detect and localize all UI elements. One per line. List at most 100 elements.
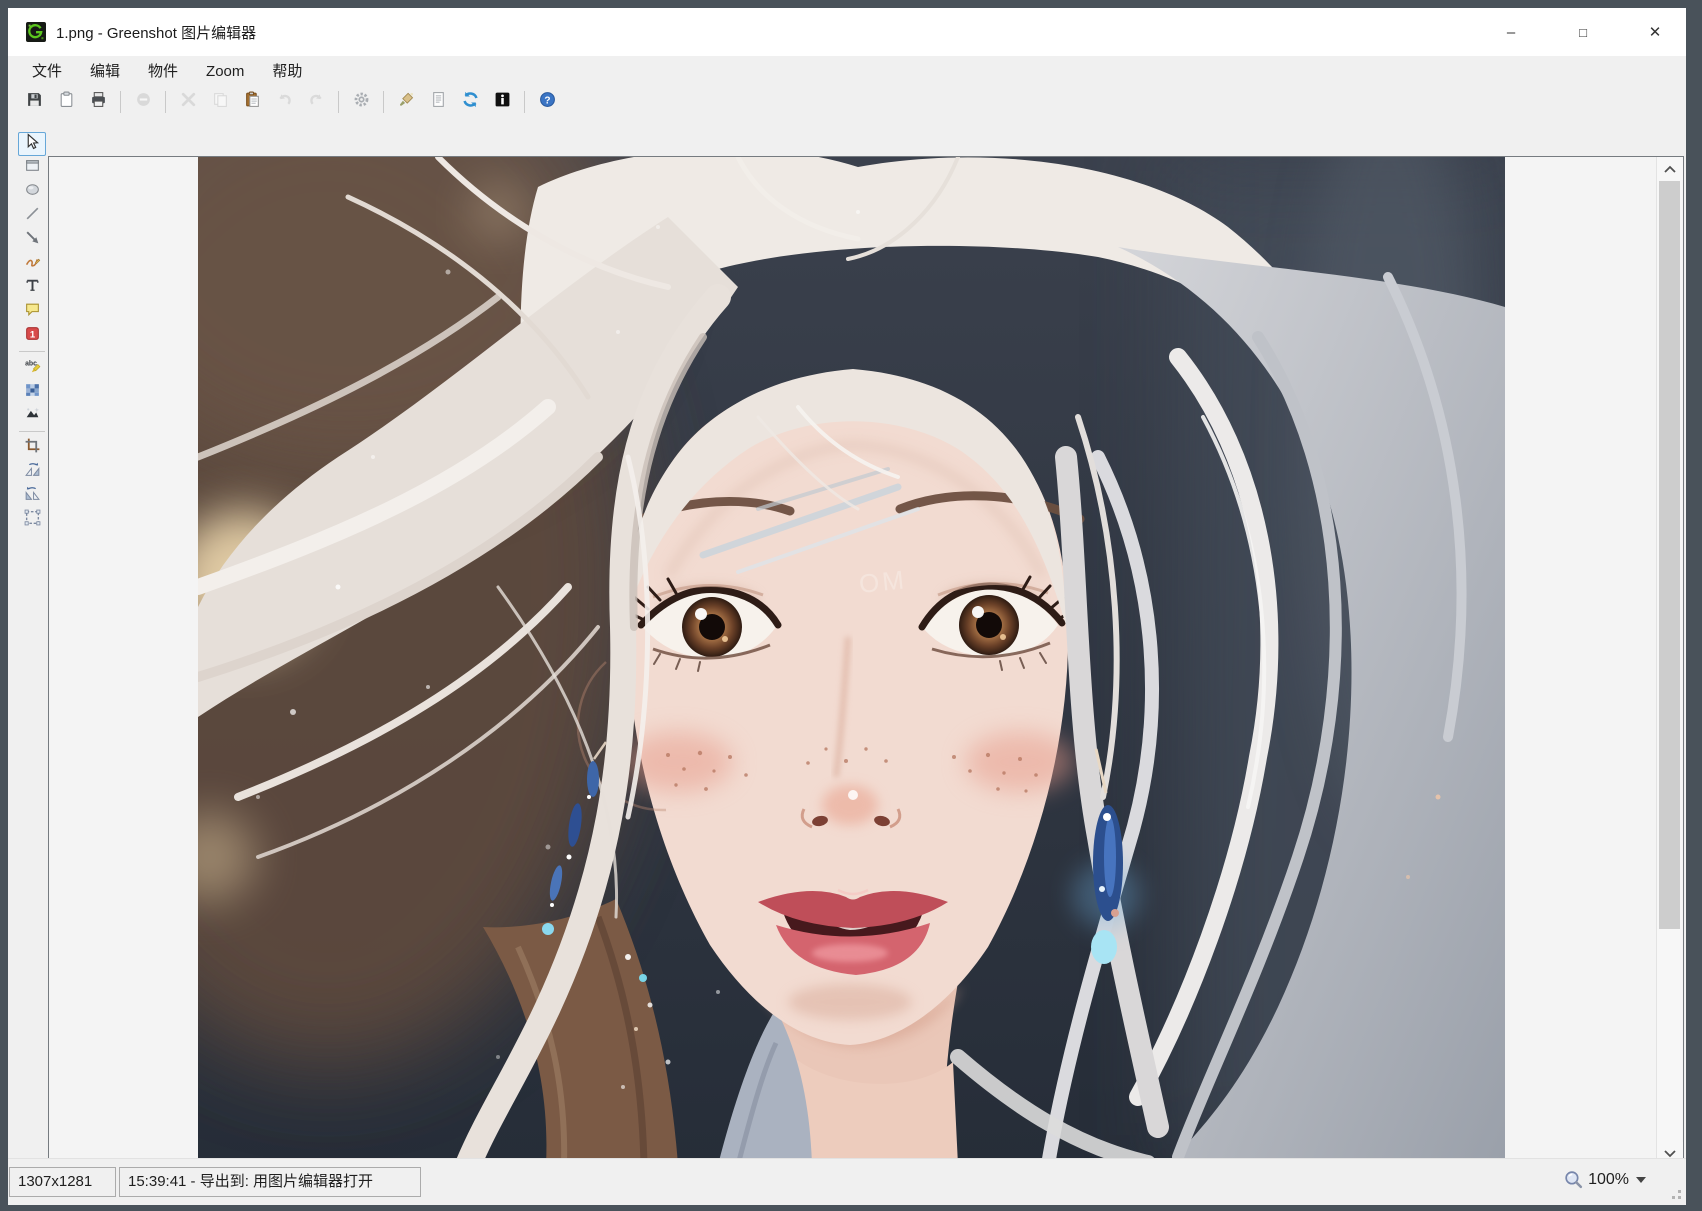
image-dimensions: 1307x1281 — [9, 1167, 116, 1197]
tool-rotate-ccw[interactable] — [18, 484, 46, 508]
notes-button[interactable] — [426, 90, 450, 114]
scrollbar-thumb[interactable] — [1659, 181, 1680, 929]
cut-icon — [180, 91, 197, 113]
menu-edit[interactable]: 编辑 — [76, 56, 134, 87]
menu-help[interactable]: 帮助 — [258, 56, 316, 87]
info-icon — [494, 91, 511, 113]
rotate-ccw-icon — [24, 485, 41, 507]
greenshot-editor-window: 1.png - Greenshot 图片编辑器 – □ ✕ 文件 编辑 物件 Z… — [8, 8, 1686, 1205]
menu-zoom[interactable]: Zoom — [192, 56, 258, 87]
menubar: 文件 编辑 物件 Zoom 帮助 — [8, 56, 1686, 87]
tool-freehand[interactable] — [18, 252, 46, 276]
tool-counter[interactable]: 1 — [18, 324, 46, 348]
tool-line[interactable] — [18, 204, 46, 228]
status-message: 15:39:41 - 导出到: 用图片编辑器打开 — [119, 1167, 421, 1197]
save-button[interactable] — [22, 90, 46, 114]
arrow-icon — [24, 229, 41, 251]
print-button[interactable] — [86, 90, 110, 114]
brush-icon — [398, 91, 415, 113]
resize-icon — [24, 509, 41, 531]
info-button[interactable] — [490, 90, 514, 114]
help-icon: ? — [539, 91, 556, 113]
tool-arrow[interactable] — [18, 228, 46, 252]
counter-icon: 1 — [24, 325, 41, 347]
zoom-control[interactable]: 100% — [1563, 1169, 1646, 1190]
canvas-panel: OM — [48, 156, 1684, 1166]
refresh-button[interactable] — [458, 90, 482, 114]
svg-text:abc: abc — [25, 361, 37, 368]
palette-separator — [19, 431, 45, 432]
window-title: 1.png - Greenshot 图片编辑器 — [56, 22, 256, 43]
gear-icon — [353, 91, 370, 113]
vertical-scrollbar[interactable] — [1656, 157, 1682, 1165]
save-icon — [26, 91, 43, 113]
toolbar-separator — [120, 91, 121, 113]
magnifier-icon — [1563, 1169, 1584, 1190]
ellipse-icon — [24, 181, 41, 203]
clipboard-icon — [58, 91, 75, 113]
tool-resize[interactable] — [18, 508, 46, 532]
tool-speech-bubble[interactable] — [18, 300, 46, 324]
highlight-icon: abc — [24, 357, 41, 379]
delete-button[interactable] — [131, 90, 155, 114]
line-icon — [24, 205, 41, 227]
help-button[interactable]: ? — [535, 90, 559, 114]
text-icon — [24, 277, 41, 299]
obfuscate-icon — [24, 381, 41, 403]
titlebar: 1.png - Greenshot 图片编辑器 – □ ✕ — [8, 8, 1686, 56]
resize-grip[interactable] — [1667, 1185, 1681, 1199]
menu-object[interactable]: 物件 — [134, 56, 192, 87]
minus-circle-icon — [135, 91, 152, 113]
scroll-up-button[interactable] — [1657, 157, 1683, 180]
tool-obfuscate[interactable] — [18, 380, 46, 404]
tool-crop[interactable] — [18, 436, 46, 460]
watermark-text: OM — [857, 564, 908, 599]
statusbar: 1307x1281 15:39:41 - 导出到: 用图片编辑器打开 100% — [8, 1158, 1686, 1205]
refresh-icon — [462, 91, 479, 113]
redo-button[interactable] — [304, 90, 328, 114]
tool-palette: 1 abc — [15, 132, 49, 532]
rotate-cw-icon — [24, 461, 41, 483]
greenshot-logo-icon — [26, 22, 46, 42]
undo-button[interactable] — [272, 90, 296, 114]
tool-effects[interactable] — [18, 404, 46, 428]
tool-selection[interactable] — [18, 132, 46, 156]
crop-icon — [24, 437, 41, 459]
chevron-down-icon — [1664, 1150, 1676, 1158]
copy-button[interactable] — [208, 90, 232, 114]
tool-highlight[interactable]: abc — [18, 356, 46, 380]
redo-icon — [308, 91, 325, 113]
cut-button[interactable] — [176, 90, 200, 114]
tool-rotate-cw[interactable] — [18, 460, 46, 484]
chevron-up-icon — [1664, 165, 1676, 173]
svg-text:?: ? — [544, 95, 550, 106]
toolbar-separator — [165, 91, 166, 113]
cursor-icon — [24, 133, 41, 155]
paste-icon — [244, 91, 261, 113]
svg-text:1: 1 — [29, 329, 35, 340]
minimize-button[interactable]: – — [1488, 8, 1534, 56]
speech-bubble-icon — [24, 301, 41, 323]
freehand-icon — [24, 253, 41, 275]
tool-ellipse[interactable] — [18, 180, 46, 204]
effects-brush-button[interactable] — [394, 90, 418, 114]
settings-button[interactable] — [349, 90, 373, 114]
tool-rectangle[interactable] — [18, 156, 46, 180]
maximize-button[interactable]: □ — [1560, 8, 1606, 56]
portrait-artwork: OM — [198, 157, 1505, 1165]
palette-separator — [19, 351, 45, 352]
copy-to-clipboard-button[interactable] — [54, 90, 78, 114]
rectangle-icon — [24, 157, 41, 179]
toolbar: ? — [8, 87, 1686, 116]
document-icon — [430, 91, 447, 113]
copy-icon — [212, 91, 229, 113]
canvas-image[interactable]: OM — [198, 157, 1505, 1165]
toolbar-separator — [383, 91, 384, 113]
undo-icon — [276, 91, 293, 113]
menu-file[interactable]: 文件 — [18, 56, 76, 87]
close-button[interactable]: ✕ — [1632, 8, 1678, 56]
tool-text[interactable] — [18, 276, 46, 300]
main-area: 1 abc — [8, 116, 1686, 1158]
zoom-dropdown-caret-icon — [1636, 1177, 1646, 1183]
paste-button[interactable] — [240, 90, 264, 114]
